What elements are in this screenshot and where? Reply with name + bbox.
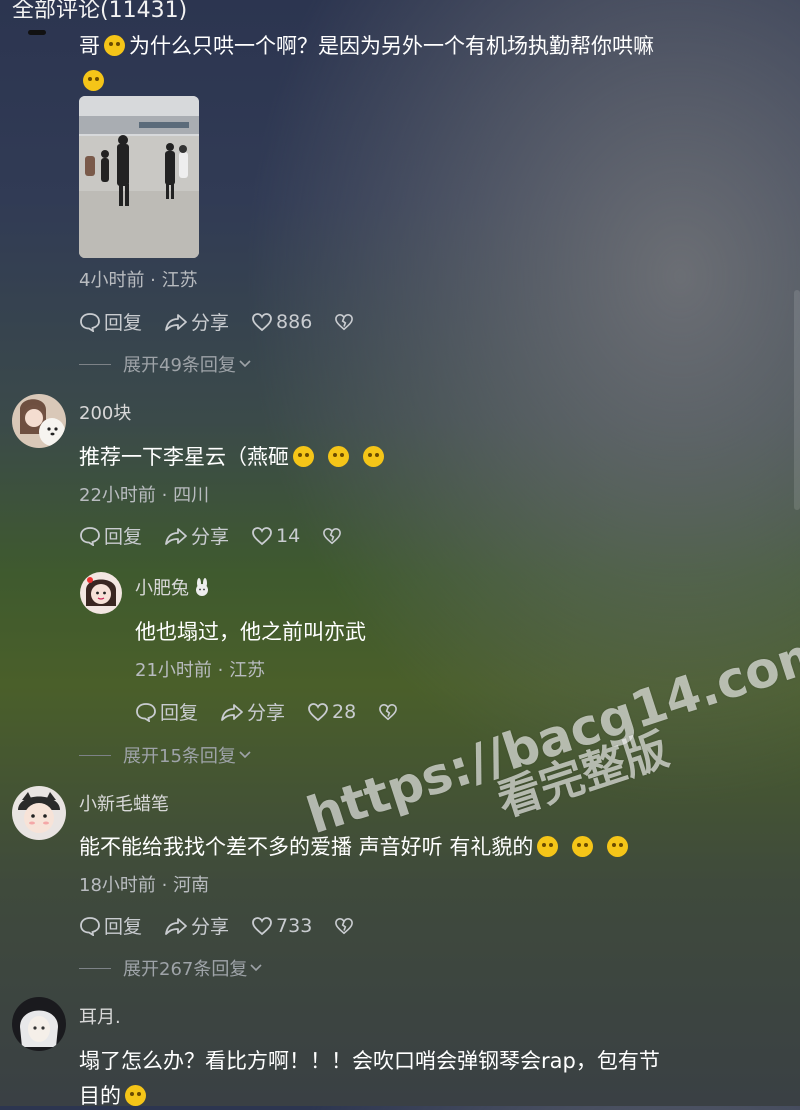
grin-emoji-icon (293, 446, 314, 467)
share-button[interactable]: 分享 (164, 522, 229, 549)
grin-emoji-icon (363, 446, 384, 467)
heart-icon (252, 916, 272, 935)
like-button[interactable]: 28 (307, 701, 356, 723)
author-avatar-partial[interactable] (28, 30, 46, 35)
comment-image[interactable] (79, 96, 199, 258)
divider (79, 967, 111, 969)
expand-replies[interactable]: 展开15条回复 (79, 742, 252, 768)
avatar-girl-icon (80, 572, 122, 614)
dislike-button[interactable] (334, 313, 357, 331)
dislike-button[interactable] (322, 527, 345, 545)
broken-heart-icon (323, 527, 342, 544)
expand-replies[interactable]: 展开49条回复 (79, 351, 252, 377)
chevron-down-icon (239, 360, 251, 368)
reply-bubble-icon (136, 702, 156, 722)
reply-button[interactable]: 回复 (79, 522, 142, 549)
reply-bubble-icon (80, 916, 100, 936)
share-arrow-icon (165, 313, 187, 331)
smirk-emoji-icon (125, 1085, 146, 1106)
avatar-crayon-shin-icon (12, 786, 66, 840)
comment-meta: 22小时前 · 四川 (79, 485, 210, 506)
broken-heart-icon (335, 917, 354, 934)
dislike-button[interactable] (334, 917, 357, 935)
crying-emoji-icon (607, 836, 629, 857)
comment-meta: 21小时前 · 江苏 (135, 660, 266, 681)
share-arrow-icon (221, 703, 243, 721)
scrollbar[interactable] (794, 290, 800, 510)
heart-icon (252, 312, 272, 331)
airport-photo-icon (79, 96, 199, 258)
avatar[interactable] (12, 394, 66, 448)
chevron-down-icon (250, 964, 262, 972)
avatar[interactable] (80, 572, 122, 614)
thinking-emoji-icon (104, 35, 125, 56)
comment-meta: 4小时前 · 江苏 (79, 270, 198, 291)
comment-meta: 18小时前 · 河南 (79, 875, 210, 896)
expand-replies[interactable]: 展开267条回复 (79, 955, 263, 981)
comment-actions: 回复 分享 14 (79, 522, 367, 549)
share-arrow-icon (165, 917, 187, 935)
comment-actions: 回复 分享 886 (79, 308, 379, 335)
comment-text: 塌了怎么办？看比方啊！！！会吹口哨会弹钢琴会rap，包有节 (79, 1049, 660, 1073)
reply-bubble-icon (80, 526, 100, 546)
comment-text: 能不能给我找个差不多的爱播 声音好听 有礼貌的 (79, 831, 632, 861)
comment-actions: 回复 分享 28 (135, 698, 423, 725)
like-button[interactable]: 733 (251, 915, 312, 937)
comment-actions: 回复 分享 733 (79, 912, 379, 939)
comments-header: 全部评论(11431) (12, 0, 188, 23)
author-name[interactable]: 小新毛蜡笔 (79, 790, 169, 816)
divider (79, 754, 111, 756)
divider (79, 363, 111, 365)
share-button[interactable]: 分享 (164, 308, 229, 335)
crying-emoji-icon (572, 836, 594, 857)
reply-button[interactable]: 回复 (79, 308, 142, 335)
avatar-anime-icon (12, 997, 66, 1051)
share-arrow-icon (165, 527, 187, 545)
share-button[interactable]: 分享 (164, 912, 229, 939)
avatar-girl-dog-icon (12, 394, 66, 448)
bunny-emoji-icon (196, 578, 208, 596)
author-name[interactable]: 小肥兔 (135, 574, 212, 600)
heart-icon (308, 702, 328, 721)
avatar[interactable] (12, 997, 66, 1051)
reply-button[interactable]: 回复 (79, 912, 142, 939)
reply-bubble-icon (80, 312, 100, 332)
like-button[interactable]: 14 (251, 525, 300, 547)
dislike-button[interactable] (378, 703, 401, 721)
author-name[interactable]: 200块 (79, 399, 131, 425)
broken-heart-icon (379, 703, 398, 720)
grin-emoji-icon (328, 446, 349, 467)
share-button[interactable]: 分享 (220, 698, 285, 725)
crying-emoji-icon (537, 836, 559, 857)
comment-text: 哥为什么只哄一个啊？是因为另外一个有机场执勤帮你哄嘛 (79, 34, 654, 58)
chevron-down-icon (239, 751, 251, 759)
reply-button[interactable]: 回复 (135, 698, 198, 725)
comment-text: 他也塌过，他之前叫亦武 (135, 620, 366, 644)
heart-icon (252, 526, 272, 545)
broken-heart-icon (335, 313, 354, 330)
like-button[interactable]: 886 (251, 311, 312, 333)
thinking-emoji-icon (83, 70, 104, 91)
avatar[interactable] (12, 786, 66, 840)
comment-text: 推荐一下李星云（燕砸 (79, 441, 388, 471)
author-name[interactable]: 耳月. (79, 1003, 121, 1029)
